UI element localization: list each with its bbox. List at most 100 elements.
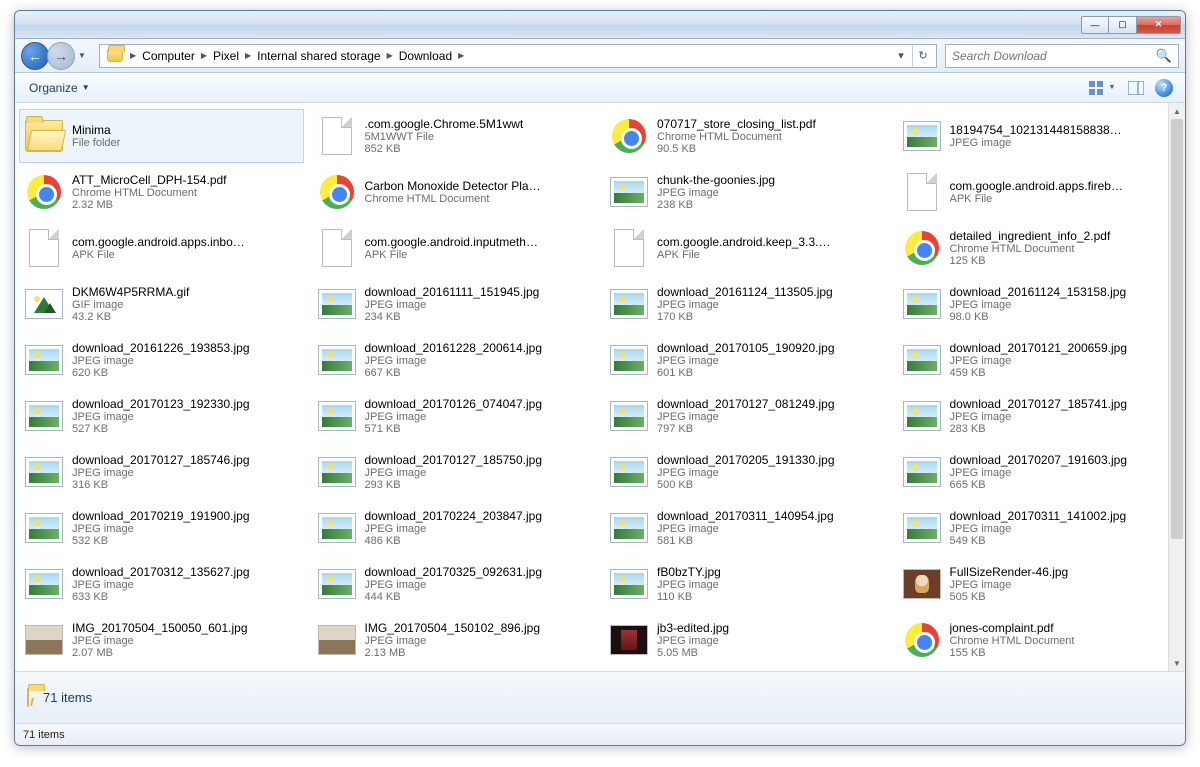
img-icon [24, 564, 64, 604]
file-item[interactable]: download_20161124_113505.jpgJPEG image17… [604, 277, 889, 331]
file-item[interactable]: Carbon Monoxide Detector Placement_20140… [312, 165, 597, 219]
img-icon [24, 508, 64, 548]
breadcrumb-storage[interactable]: Internal shared storage [253, 49, 384, 63]
file-item[interactable]: download_20161124_153158.jpgJPEG image98… [897, 277, 1182, 331]
file-type: JPEG image [950, 355, 1177, 367]
file-type: Chrome HTML Document [365, 193, 592, 205]
file-item[interactable]: com.google.android.apps.fireball_11.0.02… [897, 165, 1182, 219]
history-dropdown[interactable]: ▼ [75, 45, 89, 67]
file-item[interactable]: jb3-edited.jpgJPEG image5.05 MB [604, 613, 889, 667]
gif-icon [24, 284, 64, 324]
file-item[interactable]: IMG_20170504_150050_601.jpgJPEG image2.0… [19, 613, 304, 667]
search-box[interactable]: 🔍 [945, 44, 1179, 68]
forward-button[interactable]: → [47, 42, 75, 70]
page-icon [317, 228, 357, 268]
file-item[interactable]: download_20170121_200659.jpgJPEG image45… [897, 333, 1182, 387]
file-item[interactable]: com.google.android.inputmethod.latin_6.0… [312, 221, 597, 275]
folder-icon [24, 116, 64, 156]
file-item[interactable]: download_20170325_092631.jpgJPEG image44… [312, 557, 597, 611]
preview-pane-button[interactable] [1123, 77, 1149, 99]
file-item[interactable]: jones-complaint.pdfChrome HTML Document1… [897, 613, 1182, 667]
file-type: APK File [365, 249, 592, 261]
file-item[interactable]: download_20170224_203847.jpgJPEG image48… [312, 501, 597, 555]
breadcrumb-download[interactable]: Download [395, 49, 456, 63]
file-item[interactable]: com.google.android.keep_3.3.422.0-334220… [604, 221, 889, 275]
file-type: JPEG image [657, 579, 884, 591]
scroll-up-icon[interactable]: ▲ [1169, 103, 1185, 119]
file-item[interactable]: com.google.android.apps.inbox_1.35_(1388… [19, 221, 304, 275]
scroll-thumb[interactable] [1171, 119, 1183, 539]
file-item[interactable]: chunk-the-goonies.jpgJPEG image238 KB [604, 165, 889, 219]
file-size: 2.32 MB [72, 199, 299, 211]
search-icon[interactable]: 🔍 [1156, 48, 1172, 64]
file-item[interactable]: DKM6W4P5RRMA.gifGIF image43.2 KB [19, 277, 304, 331]
maximize-button[interactable]: ▢ [1109, 16, 1137, 34]
file-type: JPEG image [365, 467, 592, 479]
file-item[interactable]: download_20170312_135627.jpgJPEG image63… [19, 557, 304, 611]
file-name: download_20170311_141002.jpg [950, 509, 1128, 523]
breadcrumb-computer[interactable]: Computer [138, 49, 199, 63]
file-type: JPEG image [657, 635, 884, 647]
minimize-button[interactable]: — [1081, 16, 1109, 34]
file-item[interactable]: FullSizeRender-46.jpgJPEG image505 KB [897, 557, 1182, 611]
view-options-button[interactable]: ▼ [1083, 77, 1121, 99]
file-item[interactable]: ATT_MicroCell_DPH-154.pdfChrome HTML Doc… [19, 165, 304, 219]
nav-buttons: ← → ▼ [21, 42, 89, 70]
file-item[interactable]: download_20161111_151945.jpgJPEG image23… [312, 277, 597, 331]
file-item[interactable]: download_20170127_185746.jpgJPEG image31… [19, 445, 304, 499]
file-size: 852 KB [365, 143, 592, 155]
file-type: JPEG image [72, 579, 299, 591]
file-type: JPEG image [72, 635, 299, 647]
address-dropdown[interactable]: ▾ [890, 45, 912, 67]
img-icon [902, 508, 942, 548]
file-item[interactable]: download_20170127_185750.jpgJPEG image29… [312, 445, 597, 499]
file-type: Chrome HTML Document [72, 187, 299, 199]
chevron-down-icon: ▼ [82, 83, 90, 92]
img-icon [609, 508, 649, 548]
file-type: JPEG image [950, 411, 1177, 423]
organize-label: Organize [29, 81, 78, 95]
file-item[interactable]: download_20170311_141002.jpgJPEG image54… [897, 501, 1182, 555]
search-input[interactable] [952, 49, 1156, 63]
organize-menu[interactable]: Organize ▼ [23, 78, 96, 98]
file-type: JPEG image [657, 411, 884, 423]
file-item[interactable]: 070717_store_closing_list.pdfChrome HTML… [604, 109, 889, 163]
file-item[interactable]: download_20170105_190920.jpgJPEG image60… [604, 333, 889, 387]
file-item[interactable]: download_20170311_140954.jpgJPEG image58… [604, 501, 889, 555]
file-item[interactable]: download_20170207_191603.jpgJPEG image66… [897, 445, 1182, 499]
file-item[interactable]: .com.google.Chrome.5M1wwt5M1WWT File852 … [312, 109, 597, 163]
file-item[interactable]: download_20170123_192330.jpgJPEG image52… [19, 389, 304, 443]
img-icon [317, 452, 357, 492]
file-item[interactable]: download_20170126_074047.jpgJPEG image57… [312, 389, 597, 443]
file-item[interactable]: IMG_20170504_150102_896.jpgJPEG image2.1… [312, 613, 597, 667]
scrollbar[interactable]: ▲ ▼ [1168, 103, 1185, 671]
file-item[interactable]: download_20170127_081249.jpgJPEG image79… [604, 389, 889, 443]
file-item[interactable]: download_20170127_185741.jpgJPEG image28… [897, 389, 1182, 443]
file-item[interactable]: download_20161226_193853.jpgJPEG image62… [19, 333, 304, 387]
breadcrumb-pixel[interactable]: Pixel [209, 49, 243, 63]
file-list[interactable]: MinimaFile folder.com.google.Chrome.5M1w… [15, 103, 1185, 671]
file-size: 125 KB [950, 255, 1177, 267]
address-bar[interactable]: ▶ Computer ▶ Pixel ▶ Internal shared sto… [99, 44, 937, 68]
file-item[interactable]: fB0bzTY.jpgJPEG image110 KB [604, 557, 889, 611]
close-button[interactable]: ✕ [1137, 16, 1181, 34]
file-item[interactable]: download_20170219_191900.jpgJPEG image53… [19, 501, 304, 555]
file-type: JPEG image [657, 187, 884, 199]
help-button[interactable]: ? [1151, 77, 1177, 99]
chevron-right-icon[interactable]: ▶ [128, 51, 138, 60]
back-button[interactable]: ← [21, 42, 49, 70]
scroll-down-icon[interactable]: ▼ [1169, 655, 1185, 671]
file-item[interactable]: detailed_ingredient_info_2.pdfChrome HTM… [897, 221, 1182, 275]
chevron-right-icon[interactable]: ▶ [199, 51, 209, 60]
file-item[interactable]: download_20170205_191330.jpgJPEG image50… [604, 445, 889, 499]
file-type: JPEG image [657, 523, 884, 535]
refresh-button[interactable]: ↻ [912, 45, 934, 67]
chevron-right-icon[interactable]: ▶ [385, 51, 395, 60]
chevron-right-icon[interactable]: ▶ [456, 51, 466, 60]
file-item[interactable]: 18194754_10213144815883821_3769698132894… [897, 109, 1182, 163]
file-item[interactable]: MinimaFile folder [19, 109, 304, 163]
file-item[interactable]: download_20161228_200614.jpgJPEG image66… [312, 333, 597, 387]
photo2-icon [609, 620, 649, 660]
chevron-right-icon[interactable]: ▶ [243, 51, 253, 60]
file-type: Chrome HTML Document [657, 131, 884, 143]
